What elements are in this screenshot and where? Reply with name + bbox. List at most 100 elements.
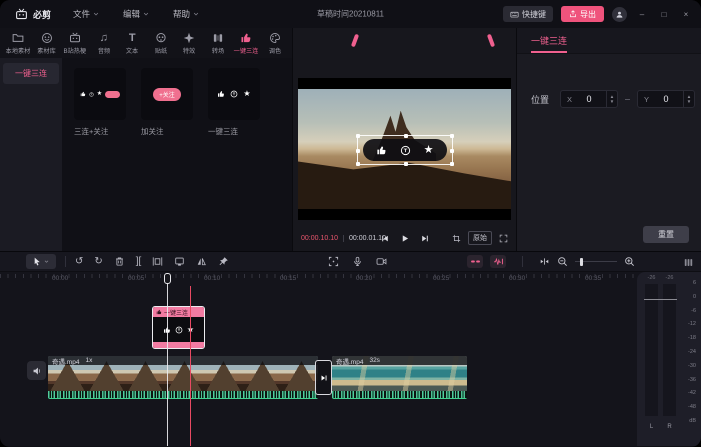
timeline-ruler[interactable]: 00:00 00:05 00:10 00:15 00:20 00:25 00:3… [0, 272, 637, 286]
x-value[interactable]: 0 [572, 94, 606, 104]
thumb-up-icon [80, 91, 86, 97]
tab-effects[interactable]: 特效 [175, 32, 204, 56]
previous-frame-button[interactable] [380, 234, 389, 243]
tab-library[interactable]: 素材库 [33, 32, 62, 56]
bilibili-tv-icon [14, 8, 29, 21]
export-button[interactable]: 导出 [561, 6, 604, 22]
media-panel: 本地素材 素材库 B站热梗 ♫ 音频 T 文本 [0, 28, 292, 251]
zoom-slider-knob[interactable] [580, 258, 583, 266]
original-ratio-button[interactable]: 原始 [468, 231, 492, 245]
mirror-button[interactable] [196, 256, 207, 267]
next-frame-button[interactable] [420, 234, 429, 243]
resize-handle[interactable] [356, 134, 360, 138]
playhead-handle[interactable] [164, 273, 171, 284]
resize-handle[interactable] [450, 149, 454, 153]
shortcuts-button[interactable]: 快捷键 [503, 6, 553, 22]
undo-button[interactable]: ↺ [75, 256, 83, 267]
menu-edit[interactable]: 编辑 [123, 8, 149, 20]
menu-file[interactable]: 文件 [73, 8, 99, 20]
card-thumbnail: +关注 [141, 68, 193, 120]
triple-like-sticker[interactable]: ★ [363, 139, 447, 161]
minimize-button[interactable]: – [635, 10, 649, 19]
timeline-section: ↺ ↻ ][ [0, 252, 701, 446]
media-tabbar: 本地素材 素材库 B站热梗 ♫ 音频 T 文本 [0, 28, 292, 58]
select-tool-button[interactable] [26, 254, 56, 269]
card-triple-like[interactable]: ★ 一键三连 [208, 68, 260, 137]
inspector-tab-triple-like[interactable]: 一键三连 [531, 34, 567, 53]
export-label: 导出 [580, 9, 596, 20]
card-triple-follow[interactable]: ★ 三连+关注 [74, 68, 126, 137]
stepper-down-icon[interactable]: ▼ [610, 100, 614, 104]
track-mute-button[interactable] [27, 361, 46, 380]
stepper-down-icon[interactable]: ▼ [687, 100, 691, 104]
delete-button[interactable] [114, 256, 125, 267]
resize-handle[interactable] [404, 162, 408, 166]
coin-icon [400, 145, 411, 156]
maximize-button[interactable]: □ [657, 10, 671, 19]
inspector-header: 一键三连 [517, 28, 701, 54]
resize-handle[interactable] [404, 134, 408, 138]
tab-color-grading[interactable]: 调色 [261, 32, 290, 56]
fit-timeline-button[interactable] [539, 256, 550, 267]
tab-text[interactable]: T 文本 [118, 32, 147, 56]
avatar[interactable] [612, 7, 627, 22]
transition-indicator[interactable] [315, 360, 332, 395]
freeze-frame-button[interactable] [174, 256, 185, 267]
trash-icon [114, 256, 125, 267]
redo-button[interactable]: ↻ [94, 256, 102, 267]
titlebar-actions: 快捷键 导出 – □ × [503, 6, 693, 22]
stepper-up-icon[interactable]: ▲ [610, 95, 614, 99]
fullscreen-icon[interactable] [499, 234, 508, 243]
resize-handle[interactable] [356, 149, 360, 153]
reset-button[interactable]: 重置 [643, 226, 689, 243]
audio-beat-toggle[interactable] [490, 255, 506, 268]
position-x-input[interactable]: X 0 ▲▼ [560, 90, 618, 108]
zoom-out-button[interactable] [557, 256, 568, 267]
video-viewport[interactable]: ★ [298, 78, 511, 220]
split-button[interactable]: ][ [136, 256, 142, 267]
track-manager-button[interactable] [683, 257, 694, 268]
tab-triple-like[interactable]: 一键三连 [232, 32, 261, 56]
play-button[interactable] [400, 234, 409, 243]
resize-handle[interactable] [450, 134, 454, 138]
video-clip-2[interactable]: 奇遇.mp4 32s [332, 356, 467, 399]
stepper-up-icon[interactable]: ▲ [687, 95, 691, 99]
x-stepper[interactable]: ▲▼ [606, 91, 617, 107]
video-clip-1[interactable]: 奇遇.mp4 1x [48, 356, 318, 399]
tab-transitions[interactable]: 转场 [204, 32, 233, 56]
y-stepper[interactable]: ▲▼ [683, 91, 694, 107]
playback-controls: 00:00.10.10 00:00.01.10 原始 [293, 225, 516, 251]
xy-separator [625, 99, 630, 100]
tab-local-media[interactable]: 本地素材 [4, 32, 33, 56]
tab-stickers[interactable]: 贴纸 [147, 32, 176, 56]
sticker-clip-body: ★ [153, 317, 204, 342]
menu-help[interactable]: 帮助 [173, 8, 199, 20]
trim-sides-button[interactable] [152, 256, 163, 267]
clip-filename: 奇遇.mp4 [52, 356, 79, 366]
playhead[interactable] [164, 272, 172, 446]
resize-handle[interactable] [450, 162, 454, 166]
crop-icon[interactable] [452, 234, 461, 243]
pin-button[interactable] [218, 256, 229, 267]
sticker-overlay-selection[interactable]: ★ [357, 135, 453, 165]
y-value[interactable]: 0 [649, 94, 683, 104]
resize-handle[interactable] [356, 162, 360, 166]
category-item-triple-like[interactable]: 一键三连 [3, 63, 59, 84]
microphone-button[interactable] [352, 256, 363, 267]
undo-icon: ↺ [75, 256, 83, 267]
zoom-in-button[interactable] [624, 256, 635, 267]
record-screen-button[interactable] [376, 256, 387, 267]
transform-button[interactable] [328, 256, 339, 267]
sticker-timeline-clip[interactable]: 一键三连 ★ [152, 306, 205, 349]
close-button[interactable]: × [679, 10, 693, 19]
tab-label: B站热梗 [64, 47, 87, 56]
app-window: 必剪 文件 编辑 帮助 草稿时间20210811 快捷键 [0, 0, 701, 447]
menu-help-label: 帮助 [173, 8, 190, 20]
tab-bilibili-memes[interactable]: B站热梗 [61, 32, 90, 56]
audio-gap-toggle[interactable] [467, 255, 483, 268]
card-follow[interactable]: +关注 加关注 [141, 68, 193, 137]
timeline-zoom-slider[interactable] [575, 261, 617, 262]
tab-audio[interactable]: ♫ 音频 [90, 32, 119, 56]
position-y-input[interactable]: Y 0 ▲▼ [637, 90, 695, 108]
toolbar-divider [65, 256, 66, 267]
